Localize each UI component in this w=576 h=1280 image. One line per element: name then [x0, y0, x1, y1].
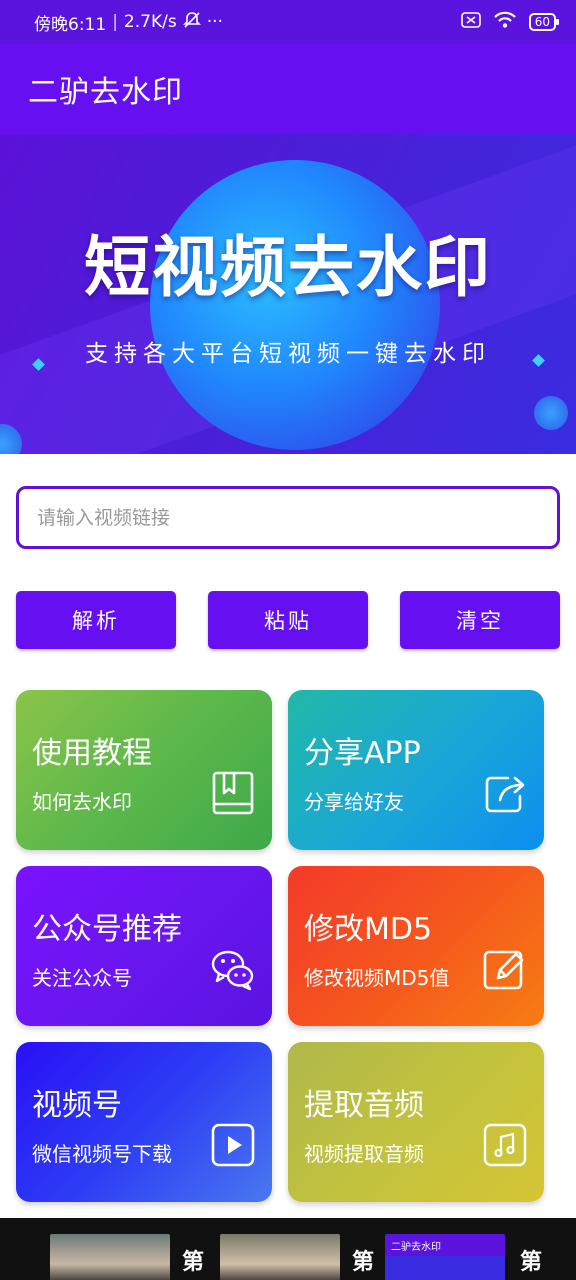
ad-thumbnail-title: 二驴去水印	[391, 1242, 441, 1253]
ad-caption: 第	[182, 1250, 205, 1275]
play-icon	[210, 1122, 256, 1168]
book-icon	[210, 770, 256, 816]
edit-icon	[482, 946, 528, 992]
card-share-app[interactable]: 分享APP 分享给好友	[288, 690, 544, 850]
card-official-account[interactable]: 公众号推荐 关注公众号	[16, 866, 272, 1026]
network-speed: 2.7K/s	[123, 12, 177, 32]
ad-caption: 第	[352, 1250, 375, 1275]
card-subtitle: 视频提取音频	[304, 1142, 424, 1166]
card-subtitle: 分享给好友	[304, 790, 404, 814]
ad-thumbnail[interactable]	[220, 1234, 340, 1280]
ad-strip[interactable]: 第 第 二驴去水印 第	[0, 1218, 576, 1280]
banner[interactable]: 短视频去水印 支持各大平台短视频一键去水印	[0, 134, 576, 454]
card-title: 视频号	[32, 1088, 122, 1123]
card-subtitle: 关注公众号	[32, 966, 132, 990]
card-modify-md5[interactable]: 修改MD5 修改视频MD5值	[288, 866, 544, 1026]
status-bar: 傍晚6:11 | 2.7K/s ··· 60	[0, 0, 576, 44]
music-icon	[482, 1122, 528, 1168]
video-link-input[interactable]	[16, 486, 560, 549]
card-subtitle: 如何去水印	[32, 790, 132, 814]
card-title: 提取音频	[304, 1088, 424, 1123]
battery-icon: 60	[528, 13, 560, 31]
clear-button[interactable]: 清空	[400, 591, 560, 649]
banner-title: 短视频去水印	[84, 229, 492, 306]
app-bar: 二驴去水印	[0, 44, 576, 134]
card-subtitle: 微信视频号下载	[32, 1142, 172, 1166]
sim-icon	[460, 11, 481, 33]
banner-dot	[534, 396, 568, 430]
card-subtitle: 修改视频MD5值	[304, 966, 450, 990]
wechat-icon	[210, 946, 256, 992]
card-title: 公众号推荐	[32, 912, 182, 947]
ad-thumbnail[interactable]	[50, 1234, 170, 1280]
share-icon	[482, 770, 528, 816]
banner-subtitle: 支持各大平台短视频一键去水印	[85, 341, 491, 367]
wifi-icon	[493, 11, 517, 34]
card-extract-audio[interactable]: 提取音频 视频提取音频	[288, 1042, 544, 1202]
card-title: 分享APP	[304, 736, 421, 771]
parse-button[interactable]: 解析	[16, 591, 176, 649]
status-time: 傍晚6:11	[34, 14, 107, 35]
paste-button[interactable]: 粘贴	[208, 591, 368, 649]
status-separator: |	[112, 12, 118, 32]
ad-caption: 第	[520, 1250, 543, 1275]
card-title: 使用教程	[32, 736, 152, 771]
card-tutorial[interactable]: 使用教程 如何去水印	[16, 690, 272, 850]
card-video-channel[interactable]: 视频号 微信视频号下载	[16, 1042, 272, 1202]
card-title: 修改MD5	[304, 912, 433, 947]
ad-thumbnail[interactable]: 二驴去水印	[385, 1234, 505, 1280]
app-title: 二驴去水印	[28, 75, 183, 110]
more-notifications: ···	[206, 12, 223, 32]
mute-icon	[182, 11, 201, 34]
